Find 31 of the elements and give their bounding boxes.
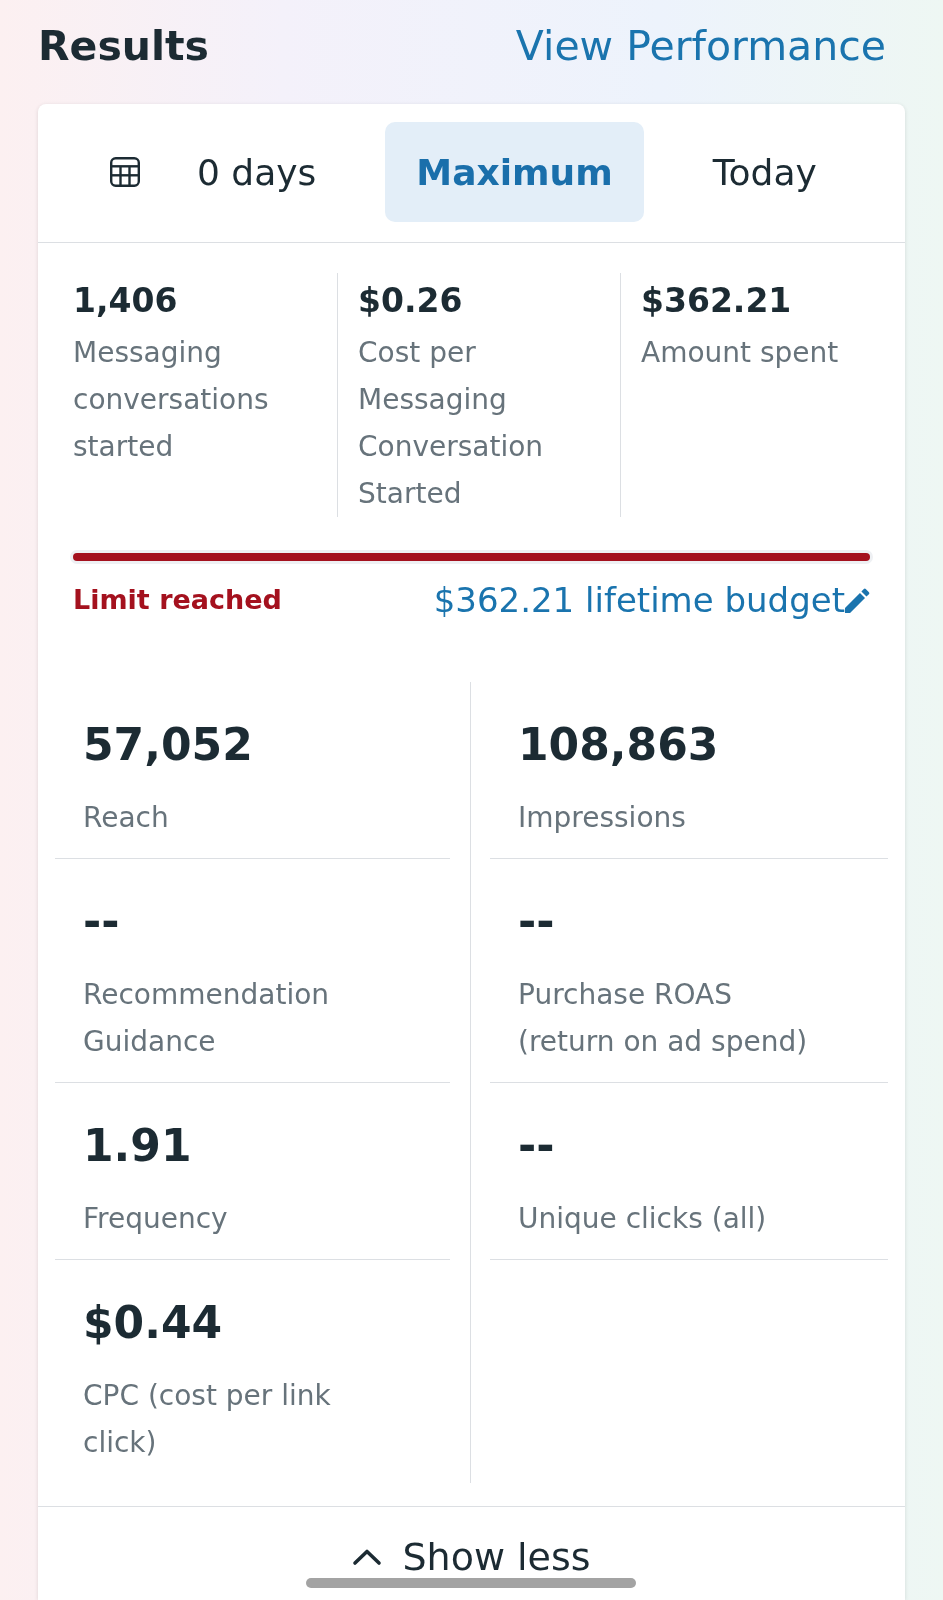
stat-label: Messaging conversations started [73,335,270,465]
caret-up-icon [352,1548,383,1566]
date-range-tab[interactable]: Maximum [385,122,644,222]
metric-value: -- [518,1119,556,1173]
metric-value: 57,052 [83,718,254,772]
section-title: Results [38,21,210,72]
metric-value: $0.44 [83,1296,224,1350]
metric-value: -- [83,895,121,949]
stat-value: $362.21 [641,280,793,322]
metric-value: 1.91 [83,1119,193,1173]
metric-label: Impressions [518,800,687,836]
show-less-button[interactable]: Show less [352,1537,591,1577]
metric-value: 108,863 [518,718,720,772]
metric-label: Unique clicks (all) [518,1201,768,1237]
metric-label: CPC (cost per link click) [83,1378,332,1461]
pencil-icon [845,587,870,613]
stat-label: Cost per Messaging Conversation Started [358,335,545,512]
stat-label: Amount spent [641,335,840,371]
view-performance-link[interactable]: View Performance [515,18,886,74]
metric-label: Reach [83,800,170,836]
metric-label: Recommendation Guidance [83,977,331,1060]
lifetime-budget-link[interactable]: $362.21 lifetime budget [433,580,870,620]
metric-label: Purchase ROAS (return on ad spend) [518,977,809,1060]
calendar-icon [107,154,143,190]
metric-value: -- [518,895,556,949]
date-range-tab[interactable]: 0 days [76,122,348,222]
date-range-tab[interactable]: Today [681,122,848,222]
stat-value: 1,406 [73,280,179,322]
limit-status: Limit reached [73,583,282,617]
stat-value: $0.26 [358,280,464,322]
metric-label: Frequency [83,1201,229,1237]
